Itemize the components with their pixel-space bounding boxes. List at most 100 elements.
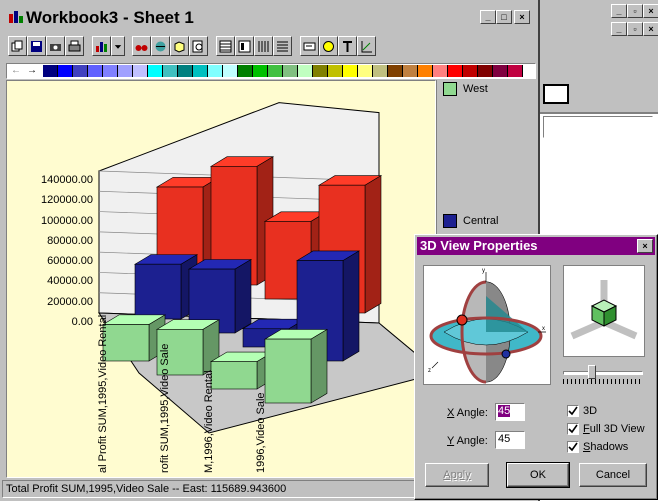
dialog-close-button[interactable]: × xyxy=(637,239,653,253)
properties-icon[interactable] xyxy=(319,36,338,56)
palette-swatch[interactable] xyxy=(373,65,388,77)
dialog-title: 3D View Properties xyxy=(420,238,538,253)
rotate-icon[interactable] xyxy=(151,36,170,56)
checkbox-3d[interactable]: 3D xyxy=(567,405,597,417)
palette-swatch[interactable] xyxy=(223,65,238,77)
palette-swatch[interactable] xyxy=(73,65,88,77)
zoom-icon[interactable] xyxy=(189,36,208,56)
palette-swatch[interactable] xyxy=(178,65,193,77)
minimize-button[interactable]: _ xyxy=(480,10,496,24)
checkbox-full-3d-view[interactable]: Full 3D View xyxy=(567,423,645,435)
palette-swatch[interactable] xyxy=(103,65,118,77)
palette-swatch[interactable] xyxy=(268,65,283,77)
maximize-button[interactable]: □ xyxy=(496,10,512,24)
palette-swatch[interactable] xyxy=(388,65,403,77)
chart-type-icon[interactable] xyxy=(92,36,111,56)
checkbox-3d-box[interactable] xyxy=(567,405,579,417)
bg-restore-button-2[interactable]: ▫ xyxy=(627,22,643,36)
cancel-button[interactable]: Cancel xyxy=(579,463,647,487)
copy-icon[interactable] xyxy=(8,36,27,56)
workbook-title-bar[interactable]: Workbook3 - Sheet 1 _ □ × xyxy=(2,2,536,30)
palette-swatch[interactable] xyxy=(298,65,313,77)
x-category-label: rofit SUM,1995,Video Sale xyxy=(159,343,171,473)
palette-swatch[interactable] xyxy=(238,65,253,77)
bg-restore-button[interactable]: ▫ xyxy=(627,4,643,18)
bg-close-button[interactable]: × xyxy=(643,4,658,18)
palette-swatch[interactable] xyxy=(208,65,223,77)
apply-button[interactable]: Apply xyxy=(425,463,489,487)
palette-swatch[interactable] xyxy=(88,65,103,77)
save-icon[interactable] xyxy=(27,36,46,56)
x-angle-input[interactable]: 45 xyxy=(495,403,525,421)
palette-swatch[interactable] xyxy=(463,65,478,77)
x-category-label: M,1996,Video Rental xyxy=(203,370,215,473)
data-grid-icon[interactable] xyxy=(216,36,235,56)
legend-icon[interactable] xyxy=(235,36,254,56)
palette-left-arrow-icon[interactable]: ← xyxy=(11,65,21,76)
ok-button[interactable]: OK xyxy=(506,462,570,488)
status-text: Total Profit SUM,1995,Video Sale -- East… xyxy=(6,483,287,495)
workbook-title: Workbook3 - Sheet 1 xyxy=(26,8,194,27)
3d-icon[interactable] xyxy=(170,36,189,56)
palette-swatch[interactable] xyxy=(508,65,523,77)
camera-icon[interactable] xyxy=(46,36,65,56)
slider-ticks xyxy=(563,379,643,384)
palette-swatch[interactable] xyxy=(448,65,463,77)
bg-close-button-2[interactable]: × xyxy=(643,22,658,36)
text-tool-icon[interactable] xyxy=(338,36,357,56)
palette-swatch[interactable] xyxy=(148,65,163,77)
palette-swatch[interactable] xyxy=(358,65,373,77)
palette-swatch[interactable] xyxy=(403,65,418,77)
dropdown-icon[interactable] xyxy=(111,36,125,56)
palette-swatch[interactable] xyxy=(253,65,268,77)
text-box-icon[interactable] xyxy=(300,36,319,56)
y-angle-label: Y Angle: xyxy=(447,435,488,447)
slider-track xyxy=(563,371,643,375)
view-slider[interactable] xyxy=(563,363,645,387)
palette-swatch[interactable] xyxy=(418,65,433,77)
slider-thumb[interactable] xyxy=(588,365,597,379)
dialog-title-bar[interactable]: 3D View Properties × xyxy=(417,237,655,255)
palette-right-arrow-icon[interactable]: → xyxy=(27,65,37,76)
x-category-label: al Profit SUM,1995,Video Rental xyxy=(97,314,109,473)
axis-icon[interactable] xyxy=(357,36,376,56)
svg-text:y: y xyxy=(482,268,485,274)
checkbox-shadows[interactable]: Shadows xyxy=(567,441,628,453)
close-button[interactable]: × xyxy=(514,10,530,24)
chart-toolbar xyxy=(0,32,538,60)
palette-swatch[interactable] xyxy=(478,65,493,77)
legend-label-central: Central xyxy=(463,215,499,227)
palette-swatch[interactable] xyxy=(328,65,343,77)
vertical-grid-icon[interactable] xyxy=(254,36,273,56)
legend-item-west[interactable]: West xyxy=(443,82,488,96)
palette-swatch[interactable] xyxy=(493,65,508,77)
palette-swatch[interactable] xyxy=(133,65,148,77)
binoculars-icon[interactable] xyxy=(132,36,151,56)
palette-swatch[interactable] xyxy=(193,65,208,77)
bg-minimize-button[interactable]: _ xyxy=(611,4,627,18)
horizontal-grid-icon[interactable] xyxy=(273,36,292,56)
palette-swatch[interactable] xyxy=(58,65,73,77)
view-preview xyxy=(563,265,645,357)
color-palette-bar: ← → xyxy=(6,63,536,79)
checkbox-shadows-box[interactable] xyxy=(567,441,579,453)
palette-swatch[interactable] xyxy=(283,65,298,77)
palette-swatch[interactable] xyxy=(163,65,178,77)
palette-swatch[interactable] xyxy=(313,65,328,77)
bg-input-box[interactable] xyxy=(543,84,569,104)
bg-minimize-button-2[interactable]: _ xyxy=(611,22,627,36)
print-icon[interactable] xyxy=(65,36,84,56)
bg-scroll-field[interactable] xyxy=(543,116,653,138)
palette-swatch[interactable] xyxy=(118,65,133,77)
legend-item-central[interactable]: Central xyxy=(443,214,498,228)
y-angle-input[interactable]: 45 xyxy=(495,431,525,449)
rotation-gizmo[interactable]: y x z xyxy=(423,265,551,385)
3d-view-properties-dialog: 3D View Properties × y x z X Angle: 45 Y… xyxy=(414,234,658,500)
palette-swatch[interactable] xyxy=(433,65,448,77)
palette-swatch[interactable] xyxy=(343,65,358,77)
legend-label-west: West xyxy=(463,83,488,95)
checkbox-full-box[interactable] xyxy=(567,423,579,435)
palette-swatch[interactable] xyxy=(43,65,58,77)
svg-text:x: x xyxy=(542,326,545,332)
legend-swatch-central xyxy=(443,214,457,228)
